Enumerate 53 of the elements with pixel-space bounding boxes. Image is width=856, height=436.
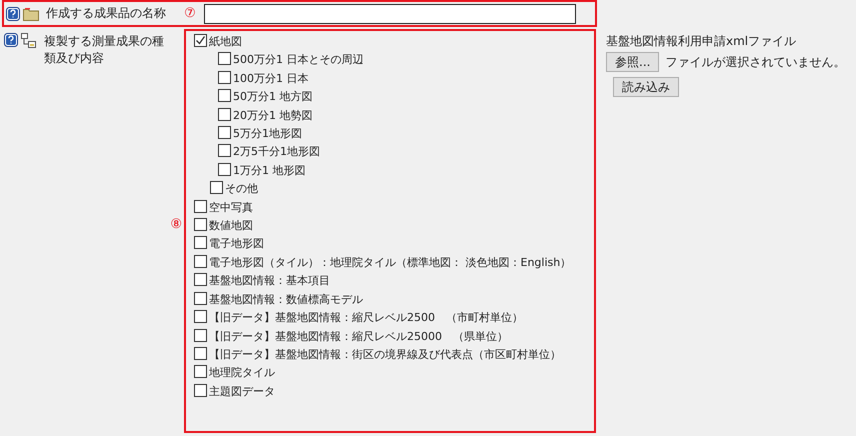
checkbox-option[interactable]: 1万分1 地形図 [194,162,590,180]
checkbox[interactable] [218,70,231,84]
checkbox-option[interactable]: 5万分1地形図 [194,125,590,144]
load-button[interactable]: 読み込み [613,77,679,97]
file-status: ファイルが選択されていません。 [665,54,846,70]
checkbox-option[interactable]: 空中写真 [194,198,590,218]
checkbox-option[interactable]: 電子地形図（タイル）：地理院タイル（標準地図： 淡色地図：English） [194,254,590,272]
checkbox-option[interactable]: 紙地図 [194,33,590,52]
checkbox[interactable] [194,365,207,378]
browse-button[interactable]: 参照... [606,52,660,72]
field-label: 複製する測量成果の種類及び内容 [44,33,165,67]
checkbox-option[interactable]: 基盤地図情報：基本項目 [194,272,590,291]
checkbox[interactable] [218,52,231,66]
checkbox-option[interactable]: 基盤地図情報：数値標高モデル [194,290,590,310]
tree-icon [21,33,37,49]
checkbox-option[interactable]: 【旧データ】基盤地図情報：縮尺レベル2500 （市町村単位） [194,309,590,328]
checkbox-option[interactable]: 50万分1 地方図 [194,88,590,107]
help-icon[interactable] [6,6,20,20]
checkbox-option[interactable]: 20万分1 地勢図 [194,106,590,126]
checkbox-option[interactable]: 500万分1 日本とその周辺 [194,51,590,70]
checkbox[interactable] [218,89,231,102]
checkbox-option[interactable]: 電子地形図 [194,235,590,254]
checkbox[interactable] [194,346,207,360]
checkbox[interactable] [218,108,231,121]
checkbox[interactable] [218,126,231,140]
checkbox[interactable] [194,310,207,324]
checkbox[interactable] [194,236,207,250]
checkbox-option[interactable]: その他 [194,180,590,199]
checkbox[interactable] [194,34,207,47]
field-label: 作成する成果品の名称 [46,5,167,22]
checkbox[interactable] [194,254,207,268]
checkbox[interactable] [194,200,207,213]
checkbox[interactable] [194,292,207,305]
checkbox-option[interactable]: 地理院タイル [194,364,590,383]
checkbox[interactable] [210,181,223,194]
checkbox[interactable] [194,273,207,286]
checkbox[interactable] [218,144,231,158]
checkbox-option[interactable]: 2万5千分1地形図 [194,143,590,162]
checkbox-option[interactable]: 【旧データ】基盤地図情報：街区の境界線及び代表点（市区町村単位） [194,346,590,364]
checkbox[interactable] [194,328,207,342]
checkbox-option[interactable]: 【旧データ】基盤地図情報：縮尺レベル25000 （県単位） [194,328,590,346]
checkbox-option[interactable]: 100万分1 日本 [194,70,590,88]
step-number: ⑦ [183,6,197,21]
help-icon[interactable] [4,33,18,47]
checkbox[interactable] [194,384,207,397]
file-label: 基盤地図情報利用申請xmlファイル [606,33,798,50]
checkbox[interactable] [218,162,231,176]
folder-icon [23,6,39,20]
step-number: ⑧ [170,217,182,232]
checkbox-option[interactable]: 主題図データ [194,382,590,402]
checkbox[interactable] [194,218,207,232]
checkbox-option[interactable]: 数値地図 [194,217,590,236]
name-input[interactable] [204,4,576,24]
